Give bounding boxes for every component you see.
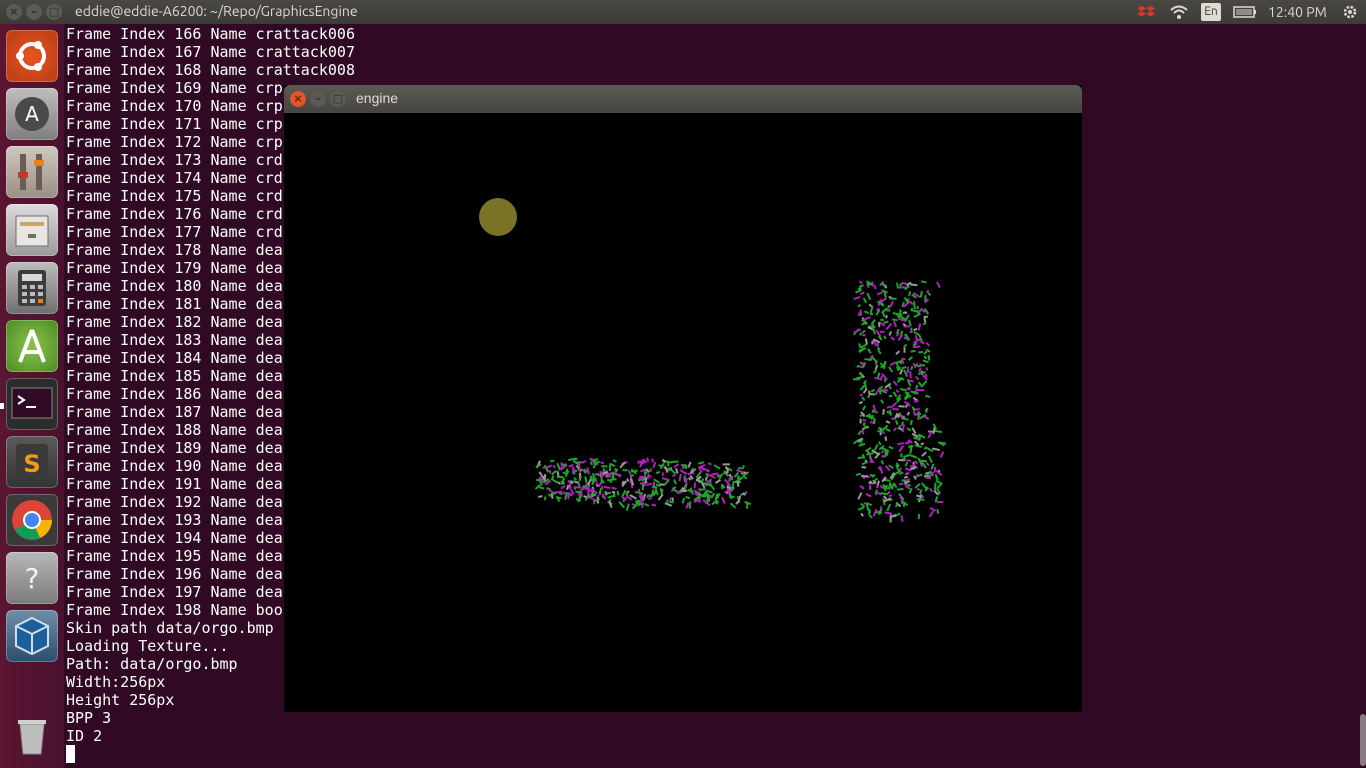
terminal-line: Path: data/orgo.bmp bbox=[66, 655, 238, 673]
svg-text:A: A bbox=[25, 102, 39, 126]
terminal-line: Frame Index 194 Name dea bbox=[66, 529, 283, 547]
terminal-line: Frame Index 191 Name dea bbox=[66, 475, 283, 493]
terminal-line: Frame Index 190 Name dea bbox=[66, 457, 283, 475]
svg-text:S: S bbox=[23, 450, 40, 478]
battery-icon[interactable] bbox=[1233, 3, 1257, 25]
wifi-icon[interactable] bbox=[1170, 3, 1188, 25]
terminal-line: Loading Texture... bbox=[66, 637, 229, 655]
moon-sphere bbox=[479, 198, 517, 236]
terminal-line: Frame Index 178 Name dea bbox=[66, 241, 283, 259]
terminal-scrollbar[interactable] bbox=[1360, 714, 1366, 766]
terminal-line: Frame Index 174 Name crd bbox=[66, 169, 283, 187]
terminal-line: Frame Index 177 Name crd bbox=[66, 223, 283, 241]
clock[interactable]: 12:40 PM bbox=[1268, 3, 1327, 21]
terminal-line: Frame Index 189 Name dea bbox=[66, 439, 283, 457]
terminal-line: Frame Index 176 Name crd bbox=[66, 205, 283, 223]
terminal-line: Frame Index 193 Name dea bbox=[66, 511, 283, 529]
chrome-icon[interactable] bbox=[6, 494, 58, 546]
terminal-line: BPP 3 bbox=[66, 709, 112, 727]
dropbox-icon[interactable] bbox=[1137, 3, 1156, 25]
terminal-cursor bbox=[66, 745, 75, 763]
mixer-icon[interactable] bbox=[6, 146, 58, 198]
android-studio-icon[interactable] bbox=[6, 320, 58, 372]
engine-close-button[interactable]: × bbox=[290, 91, 306, 107]
terminal-line: Frame Index 166 Name crattack006 bbox=[66, 25, 355, 43]
engine-render-canvas[interactable] bbox=[284, 113, 1082, 712]
engine-minimize-button[interactable]: – bbox=[310, 91, 326, 107]
window-title: eddie@eddie-A6200: ~/Repo/GraphicsEngine bbox=[75, 3, 358, 19]
cabinet-icon[interactable] bbox=[6, 204, 58, 256]
top-panel: × – □ eddie@eddie-A6200: ~/Repo/Graphics… bbox=[0, 0, 1366, 24]
updater-icon[interactable]: A bbox=[6, 88, 58, 140]
terminal-line: Frame Index 172 Name crp bbox=[66, 133, 283, 151]
terminal-line: Frame Index 180 Name dea bbox=[66, 277, 283, 295]
trash-icon[interactable] bbox=[6, 710, 58, 762]
terminal-line: Width:256px bbox=[66, 673, 166, 691]
terminal-line: Frame Index 198 Name boo bbox=[66, 601, 283, 619]
terminal-line: Frame Index 171 Name crp bbox=[66, 115, 283, 133]
minimize-window-button[interactable]: – bbox=[26, 4, 42, 20]
engine-titlebar[interactable]: × – □ engine bbox=[284, 85, 1082, 113]
standing-model bbox=[852, 280, 947, 523]
terminal-line: Frame Index 196 Name dea bbox=[66, 565, 283, 583]
close-window-button[interactable]: × bbox=[6, 4, 22, 20]
terminal-line: Frame Index 168 Name crattack008 bbox=[66, 61, 355, 79]
maximize-window-button[interactable]: □ bbox=[46, 4, 62, 20]
help-icon[interactable]: ? bbox=[6, 552, 58, 604]
terminal-line: Frame Index 170 Name crp bbox=[66, 97, 283, 115]
terminal-line: Frame Index 184 Name dea bbox=[66, 349, 283, 367]
terminal-line: Frame Index 186 Name dea bbox=[66, 385, 283, 403]
terminal-line: Frame Index 169 Name crp bbox=[66, 79, 283, 97]
calculator-icon[interactable] bbox=[6, 262, 58, 314]
terminal-line: ID 2 bbox=[66, 727, 103, 745]
engine-maximize-button[interactable]: □ bbox=[330, 91, 346, 107]
terminal-line: Frame Index 179 Name dea bbox=[66, 259, 283, 277]
terminal-line: Frame Index 182 Name dea bbox=[66, 313, 283, 331]
terminal-line: Frame Index 195 Name dea bbox=[66, 547, 283, 565]
terminal-line: Frame Index 181 Name dea bbox=[66, 295, 283, 313]
engine-title: engine bbox=[356, 90, 399, 106]
terminal-line: Frame Index 173 Name crd bbox=[66, 151, 283, 169]
terminal-line: Frame Index 175 Name crd bbox=[66, 187, 283, 205]
terminal-line: Frame Index 185 Name dea bbox=[66, 367, 283, 385]
terminal-line: Frame Index 197 Name dea bbox=[66, 583, 283, 601]
terminal-line: Frame Index 183 Name dea bbox=[66, 331, 283, 349]
sublime-icon[interactable]: S bbox=[6, 436, 58, 488]
terminal-active-indicator bbox=[0, 403, 4, 409]
launcher: A S ? bbox=[0, 24, 64, 768]
settings-gear-icon[interactable] bbox=[1341, 3, 1359, 25]
virtualbox-icon[interactable] bbox=[6, 610, 58, 662]
terminal-icon[interactable] bbox=[6, 378, 58, 430]
ubuntu-icon[interactable] bbox=[6, 30, 58, 82]
svg-text:?: ? bbox=[25, 562, 40, 595]
terminal-line: Skin path data/orgo.bmp bbox=[66, 619, 274, 637]
terminal-line: Frame Index 188 Name dea bbox=[66, 421, 283, 439]
lying-model bbox=[534, 457, 752, 511]
terminal-line: Frame Index 187 Name dea bbox=[66, 403, 283, 421]
terminal-line: Frame Index 192 Name dea bbox=[66, 493, 283, 511]
terminal-line: Frame Index 167 Name crattack007 bbox=[66, 43, 355, 61]
terminal-line: Height 256px bbox=[66, 691, 175, 709]
rendered-scene bbox=[479, 198, 947, 523]
engine-window[interactable]: × – □ engine bbox=[284, 85, 1082, 712]
keyboard-layout-indicator[interactable]: En bbox=[1201, 3, 1221, 21]
